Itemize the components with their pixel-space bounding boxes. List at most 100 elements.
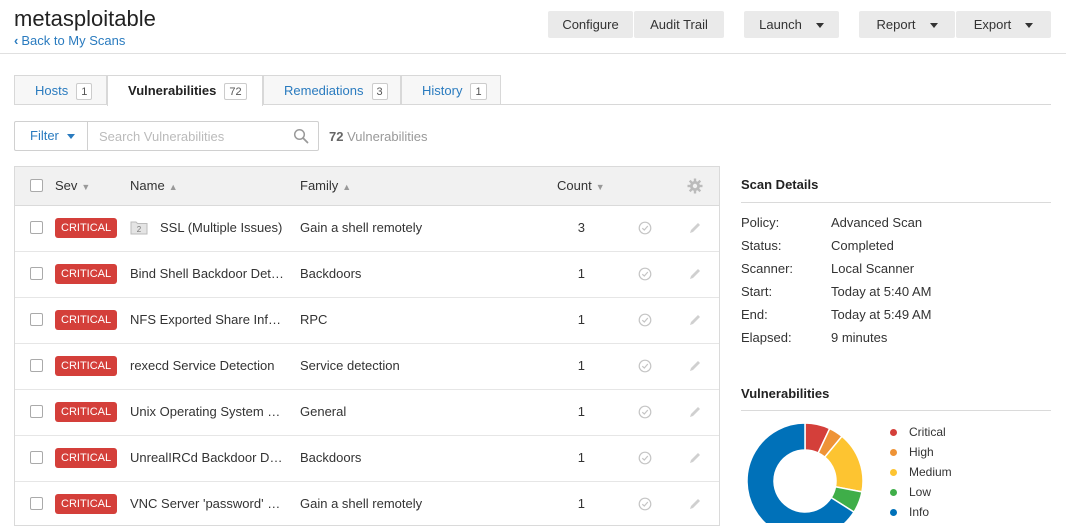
scan-details-heading: Scan Details (741, 177, 819, 192)
export-button[interactable]: Export (956, 11, 1051, 38)
detail-label: Elapsed: (741, 330, 792, 345)
vulnerability-count-cell: 1 (577, 404, 585, 419)
detail-label: Status: (741, 238, 782, 253)
table-row[interactable]: CRITICAL NFS Exported Share Information … (15, 297, 719, 344)
snooze-check-icon[interactable] (638, 497, 652, 511)
snooze-check-icon[interactable] (638, 405, 652, 419)
column-count[interactable]: Count ▼ (557, 178, 605, 193)
row-checkbox[interactable] (30, 313, 43, 326)
legend-item-high: High (890, 445, 934, 459)
table-row[interactable]: CRITICAL rexecd Service Detection Servic… (15, 343, 719, 390)
table-row[interactable]: CRITICAL VNC Server 'password' Password … (15, 481, 719, 525)
search-vulnerabilities-input[interactable] (89, 122, 285, 150)
row-checkbox[interactable] (30, 451, 43, 464)
vulnerability-family: Gain a shell remotely (300, 496, 423, 511)
audit-trail-button[interactable]: Audit Trail (634, 11, 724, 38)
vulnerability-family: General (300, 404, 347, 419)
pencil-icon[interactable] (688, 313, 702, 327)
vulnerabilities-table: Sev▼ Name▲ Family▲ Count▼ CRITICAL 2 (14, 166, 720, 526)
column-name[interactable]: Name ▲ (130, 178, 178, 193)
export-button-label: Export (973, 17, 1012, 32)
gear-icon[interactable] (687, 178, 703, 194)
configure-button[interactable]: Configure (548, 11, 633, 38)
snooze-check-icon[interactable] (638, 221, 652, 235)
legend-item-info: Info (890, 505, 929, 519)
vulnerability-count-cell: 3 (577, 220, 585, 235)
vulnerability-count-cell: 1 (577, 496, 585, 511)
vulnerability-family: Backdoors (300, 450, 362, 465)
detail-label: End: (741, 307, 768, 322)
pencil-icon[interactable] (688, 405, 702, 419)
page-title: metasploitable (14, 6, 156, 31)
filter-button[interactable]: Filter (15, 122, 88, 150)
pencil-icon[interactable] (688, 267, 702, 281)
report-button-label: Report (876, 17, 916, 32)
tab-count-badge: 72 (224, 83, 247, 100)
vulnerability-count-cell: 1 (577, 450, 585, 465)
search-icon[interactable] (293, 128, 309, 144)
tab-history[interactable]: History 1 (401, 75, 501, 104)
legend-dot-high (890, 449, 897, 457)
pencil-icon[interactable] (688, 451, 702, 465)
table-row[interactable]: CRITICAL UnrealIRCd Backdoor Detection B… (15, 435, 719, 482)
pencil-icon[interactable] (688, 359, 702, 373)
tab-label: Vulnerabilities (128, 83, 217, 98)
row-checkbox[interactable] (30, 497, 43, 510)
legend-dot-info (890, 509, 897, 517)
filter-label: Filter (30, 128, 59, 143)
row-checkbox[interactable] (30, 405, 43, 418)
vulnerability-count: 72 Vulnerabilities (329, 129, 428, 144)
tab-label: History (422, 83, 463, 98)
legend-item-low: Low (890, 485, 931, 499)
row-checkbox[interactable] (30, 221, 43, 234)
snooze-check-icon[interactable] (638, 313, 652, 327)
vulnerability-name: Unix Operating System Unsupported Versio… (130, 404, 285, 419)
launch-button-label: Launch (759, 17, 802, 32)
tab-count-badge: 1 (470, 83, 487, 100)
back-to-scans-link[interactable]: ‹ Back to My Scans (14, 33, 125, 48)
snooze-check-icon[interactable] (638, 267, 652, 281)
sort-asc-icon: ▲ (342, 182, 352, 192)
snooze-check-icon[interactable] (638, 359, 652, 373)
vulnerability-count-number: 72 (329, 129, 344, 144)
report-button[interactable]: Report (859, 11, 955, 38)
column-family[interactable]: Family ▲ (300, 178, 351, 193)
table-row[interactable]: CRITICAL Bind Shell Backdoor Detection B… (15, 251, 719, 298)
detail-label: Policy: (741, 215, 780, 230)
header-divider (0, 53, 1066, 54)
tab-vulnerabilities[interactable]: Vulnerabilities 72 (107, 75, 263, 106)
chevron-left-icon: ‹ (14, 33, 19, 48)
table-row[interactable]: CRITICAL 2 SSL (Multiple Issues) Gain a … (15, 205, 719, 252)
table-row[interactable]: CRITICAL Unix Operating System Unsupport… (15, 389, 719, 436)
legend-label: High (909, 445, 934, 459)
sort-desc-icon: ▼ (81, 182, 91, 192)
select-all-checkbox[interactable] (30, 179, 43, 192)
column-sev[interactable]: Sev ▼ (55, 178, 90, 193)
row-checkbox[interactable] (30, 267, 43, 280)
tab-remediations[interactable]: Remediations 3 (263, 75, 401, 104)
pencil-icon[interactable] (688, 221, 702, 235)
pencil-icon[interactable] (688, 497, 702, 511)
back-link-label: Back to My Scans (21, 33, 126, 48)
legend-dot-critical (890, 429, 897, 437)
vulnerability-family: RPC (300, 312, 328, 327)
legend-label: Critical (909, 425, 946, 439)
snooze-check-icon[interactable] (638, 451, 652, 465)
tab-count-badge: 3 (371, 83, 388, 100)
vulnerability-count-cell: 1 (577, 312, 585, 327)
caret-down-icon (815, 23, 824, 29)
launch-button[interactable]: Launch (744, 11, 839, 38)
severity-badge: CRITICAL (55, 264, 118, 284)
tab-hosts[interactable]: Hosts 1 (14, 75, 107, 104)
legend-item-medium: Medium (890, 465, 952, 479)
vulnerability-name: VNC Server 'password' Password (130, 496, 285, 511)
detail-label: Start: (741, 284, 773, 299)
legend-item-critical: Critical (890, 425, 946, 439)
scan-details-divider (741, 202, 1051, 203)
detail-value-start: Today at 5:40 AM (831, 284, 932, 299)
tab-count-badge: 1 (76, 83, 93, 100)
severity-badge: CRITICAL (55, 448, 118, 468)
detail-label: Scanner: (741, 261, 794, 276)
row-checkbox[interactable] (30, 359, 43, 372)
detail-value-status: Completed (831, 238, 894, 253)
